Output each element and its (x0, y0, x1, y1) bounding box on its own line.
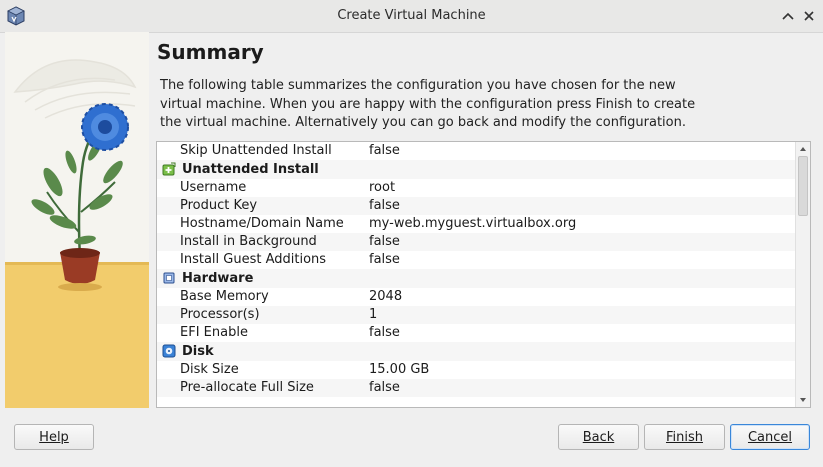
section-header-unattended-install[interactable]: Unattended Install (157, 160, 795, 179)
section-header-disk[interactable]: Disk (157, 342, 795, 361)
table-row[interactable]: Processor(s) 1 (157, 306, 795, 324)
chevron-up-icon (782, 12, 794, 20)
cancel-button[interactable]: Cancel (730, 424, 810, 450)
blue-flower (81, 103, 129, 151)
row-value: my-web.myguest.virtualbox.org (369, 216, 577, 231)
row-key: Install in Background (180, 234, 317, 249)
table-row[interactable]: Install in Background false (157, 233, 795, 251)
summary-rows: Skip Unattended Install false Unattended… (157, 142, 795, 397)
scroll-down-arrow-icon[interactable] (796, 394, 810, 406)
table-row[interactable]: Skip Unattended Install false (157, 142, 795, 160)
collapse-button[interactable] (780, 8, 796, 24)
section-title: Disk (182, 344, 214, 359)
row-value: 1 (369, 307, 378, 322)
help-button-label: Help (39, 429, 69, 445)
row-value: false (369, 252, 400, 267)
row-value: 2048 (369, 289, 403, 304)
section-header-hardware[interactable]: Hardware (157, 269, 795, 288)
scroll-up-arrow-icon[interactable] (796, 143, 810, 155)
title-bar: Create Virtual Machine (0, 0, 823, 33)
row-key: Processor(s) (180, 307, 260, 322)
row-key: Skip Unattended Install (180, 143, 332, 158)
table-vertical-scrollbar[interactable] (795, 142, 810, 407)
table-row[interactable]: Install Guest Additions false (157, 251, 795, 269)
summary-table[interactable]: Skip Unattended Install false Unattended… (156, 141, 811, 408)
row-value: false (369, 325, 400, 340)
cancel-button-label: Cancel (747, 429, 793, 445)
row-key: Base Memory (180, 289, 269, 304)
page-description: The following table summarizes the confi… (160, 78, 696, 130)
row-key: Disk Size (180, 362, 239, 377)
hardware-chip-icon (163, 272, 175, 284)
table-row[interactable]: Pre-allocate Full Size false (157, 379, 795, 397)
row-value: false (369, 380, 400, 395)
table-row[interactable]: Base Memory 2048 (157, 288, 795, 306)
section-title: Hardware (182, 271, 254, 286)
row-value: 15.00 GB (369, 362, 430, 377)
row-value: false (369, 198, 400, 213)
scrollbar-thumb[interactable] (798, 156, 808, 216)
help-button[interactable]: Help (14, 424, 94, 450)
row-value: false (369, 234, 400, 249)
row-key: EFI Enable (180, 325, 248, 340)
table-row[interactable]: EFI Enable false (157, 324, 795, 342)
unattended-install-icon (162, 162, 176, 176)
row-value: false (369, 143, 400, 158)
close-button[interactable] (801, 8, 817, 24)
close-icon (804, 11, 814, 21)
finish-button[interactable]: Finish (644, 424, 725, 450)
row-key: Hostname/Domain Name (180, 216, 344, 231)
back-button-label: Back (582, 429, 615, 445)
row-key: Install Guest Additions (180, 252, 327, 267)
row-value: root (369, 180, 396, 195)
flower-pot-illustration (5, 32, 149, 408)
row-key: Product Key (180, 198, 258, 213)
page-title: Summary (157, 40, 264, 64)
row-key: Pre-allocate Full Size (180, 380, 314, 395)
table-row[interactable]: Disk Size 15.00 GB (157, 361, 795, 379)
back-button[interactable]: Back (558, 424, 639, 450)
wizard-side-image (5, 32, 149, 408)
row-key: Username (180, 180, 247, 195)
window-title: Create Virtual Machine (337, 8, 486, 23)
finish-button-label: Finish (665, 429, 703, 445)
section-title: Unattended Install (182, 162, 319, 177)
table-row[interactable]: Product Key false (157, 197, 795, 215)
table-row[interactable]: Username root (157, 179, 795, 197)
hard-disk-icon (162, 344, 176, 358)
table-row[interactable]: Hostname/Domain Name my-web.myguest.virt… (157, 215, 795, 233)
